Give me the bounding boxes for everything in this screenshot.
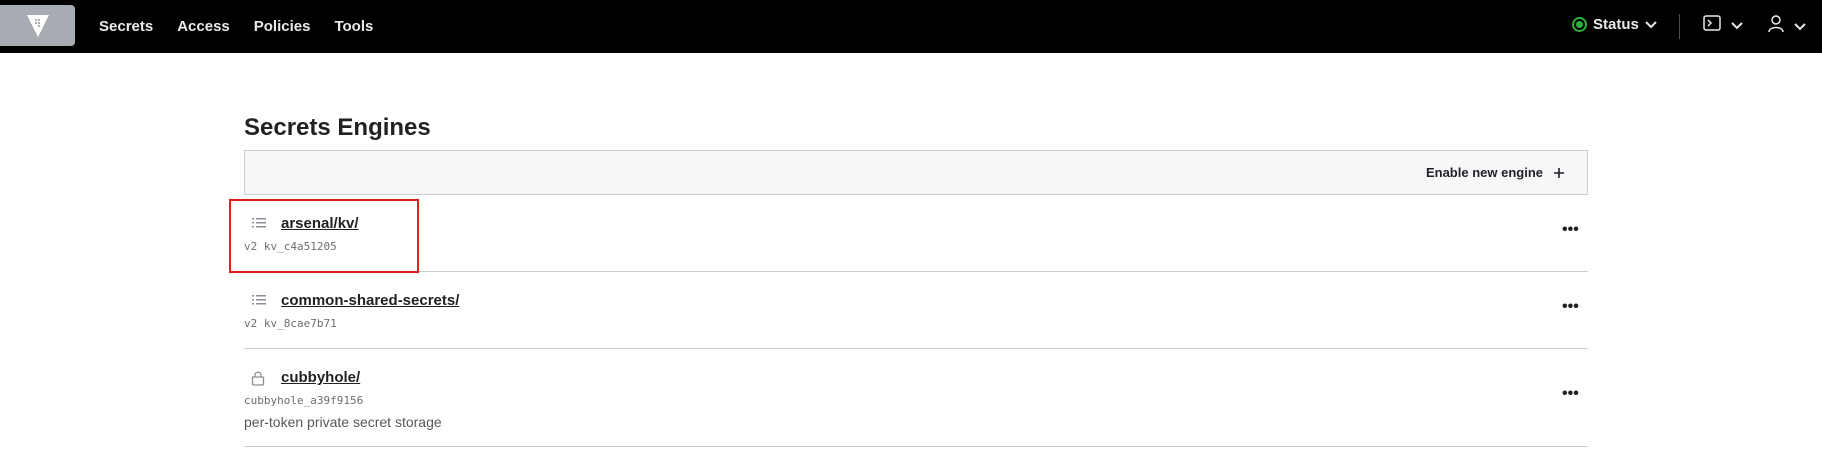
more-actions-button[interactable]: ••• [1562, 385, 1579, 403]
toolbar: Enable new engine [244, 150, 1588, 195]
lock-icon [251, 370, 267, 386]
nav-secrets[interactable]: Secrets [99, 18, 153, 35]
top-navigation: Secrets Access Policies Tools Status [0, 0, 1822, 53]
status-label: Status [1593, 16, 1639, 33]
engine-description: per-token private secret storage [244, 414, 442, 430]
list-icon [251, 216, 267, 232]
enable-new-engine-label: Enable new engine [1425, 165, 1543, 180]
chevron-down-icon [1645, 16, 1657, 33]
secrets-engine-list: arsenal/kv/ v2 kv_c4a51205 ••• common-sh… [244, 195, 1588, 447]
engine-path-link[interactable]: common-shared-secrets/ [281, 292, 459, 309]
engine-meta: cubbyhole_a39f9156 [244, 394, 364, 407]
terminal-icon [1703, 15, 1721, 36]
nav-divider [1679, 14, 1680, 39]
nav-access[interactable]: Access [177, 18, 230, 35]
status-menu-button[interactable]: Status [1572, 16, 1657, 33]
nav-tools[interactable]: Tools [334, 18, 373, 35]
more-actions-button[interactable]: ••• [1562, 221, 1579, 239]
user-menu-button[interactable] [1768, 15, 1806, 38]
engine-path-link[interactable]: cubbyhole/ [281, 369, 360, 386]
status-healthy-icon [1572, 17, 1587, 32]
main-nav-links: Secrets Access Policies Tools [99, 0, 397, 53]
engine-meta: v2 kv_c4a51205 [244, 240, 337, 253]
chevron-down-icon [1731, 17, 1743, 35]
user-icon [1768, 15, 1784, 38]
list-item: common-shared-secrets/ v2 kv_8cae7b71 ••… [244, 272, 1588, 349]
engine-path-link[interactable]: arsenal/kv/ [281, 215, 359, 232]
list-item: arsenal/kv/ v2 kv_c4a51205 ••• [244, 195, 1588, 272]
more-actions-button[interactable]: ••• [1562, 298, 1579, 316]
list-item-title: cubbyhole/ [244, 369, 360, 386]
enable-new-engine-button[interactable]: Enable new engine [1426, 164, 1565, 182]
chevron-down-icon [1794, 18, 1806, 36]
console-menu-button[interactable] [1703, 15, 1743, 36]
list-item: cubbyhole/ cubbyhole_a39f9156 per-token … [244, 349, 1588, 447]
list-icon [251, 293, 267, 309]
vault-logo-icon[interactable] [0, 5, 75, 46]
nav-policies[interactable]: Policies [254, 18, 311, 35]
plus-icon [1553, 164, 1565, 182]
page-title: Secrets Engines [244, 114, 431, 141]
list-item-title: arsenal/kv/ [244, 215, 359, 232]
engine-meta: v2 kv_8cae7b71 [244, 317, 337, 330]
list-item-title: common-shared-secrets/ [244, 292, 459, 309]
